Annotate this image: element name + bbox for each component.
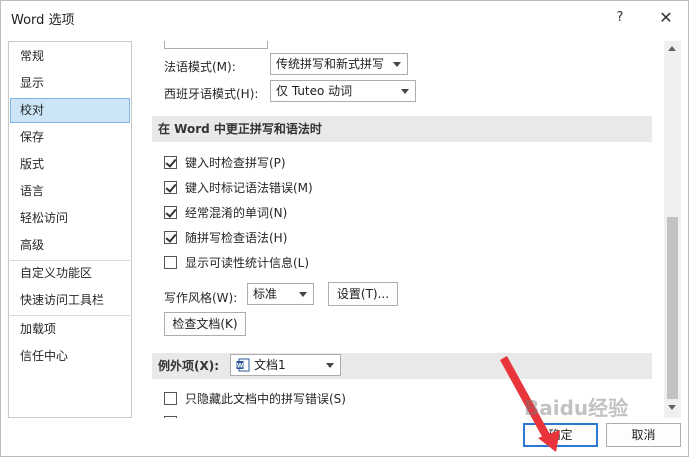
french-mode-label: 法语模式(M): [164,60,236,74]
writing-style-select[interactable]: 标准 [247,283,314,305]
close-button[interactable]: ✕ [653,7,679,29]
sidebar-item-trust-center[interactable]: 信任中心 [10,344,130,369]
sidebar-divider [10,315,130,316]
proofing-content-panel: 法语模式(M): 传统拼写和新式拼写 西班牙语模式(H): 仅 Tuteo 动词… [152,41,682,418]
section-header-word-correction: 在 Word 中更正拼写和语法时 [152,116,652,142]
sidebar-item-customize-ribbon[interactable]: 自定义功能区 [10,261,130,286]
help-button[interactable]: ? [607,7,633,29]
scroll-up-icon[interactable] [668,46,676,51]
scrollbar-thumb[interactable] [667,217,678,399]
partially-visible-button[interactable] [164,41,268,49]
checkbox-label: 经常混淆的单词(N) [185,205,288,220]
recheck-document-button[interactable]: 检查文档(K) [164,312,246,336]
sidebar-item-advanced[interactable]: 高级 [10,233,130,258]
checkbox-label: 只隐藏此文档中的拼写错误(S) [185,391,346,406]
chevron-down-icon [326,363,334,368]
mark-grammar-errors-as-you-type[interactable]: 键入时标记语法错误(M) [164,178,313,196]
word-options-dialog: Word 选项 ? ✕ 常规 显示 校对 保存 版式 语言 轻松访问 高级 自定… [0,0,689,457]
checkbox-checked[interactable] [164,155,177,169]
spanish-mode-value: 仅 Tuteo 动词 [276,84,353,98]
word-document-icon: W [236,358,250,372]
checkbox-unchecked[interactable] [164,391,177,405]
exceptions-label: 例外项(X): [158,359,220,373]
checkbox-label: 键入时检查拼写(P) [185,155,286,170]
spanish-mode-label: 西班牙语模式(H): [164,87,259,101]
chevron-down-icon [393,62,401,67]
writing-style-label: 写作风格(W): [164,291,238,305]
writing-style-value: 标准 [253,287,278,301]
options-sidebar: 常规 显示 校对 保存 版式 语言 轻松访问 高级 自定义功能区 快速访问工具栏… [8,41,132,418]
sidebar-item-language[interactable]: 语言 [10,179,130,204]
checkbox-unchecked[interactable] [164,415,177,418]
checkbox-label: 键入时标记语法错误(M) [185,180,313,195]
frequently-confused-words[interactable]: 经常混淆的单词(N) [164,203,287,221]
content-scrollbar[interactable] [664,41,681,418]
checkbox-unchecked[interactable] [164,255,177,269]
sidebar-item-layout[interactable]: 版式 [10,152,130,177]
checkbox-checked[interactable] [164,230,177,244]
sidebar-item-save[interactable]: 保存 [10,125,130,150]
french-mode-value: 传统拼写和新式拼写 [276,57,385,71]
ok-button[interactable]: 确定 [523,423,598,447]
chevron-down-icon [299,292,307,297]
sidebar-item-proofing[interactable]: 校对 [10,98,130,123]
sidebar-item-accessibility[interactable]: 轻松访问 [10,206,130,231]
checkbox-label: 随拼写检查语法(H) [185,230,288,245]
sidebar-item-add-ins[interactable]: 加载项 [10,317,130,342]
scroll-down-icon[interactable] [668,405,676,410]
chevron-down-icon [401,89,409,94]
sidebar-item-general[interactable]: 常规 [10,44,130,69]
checkbox-label: 显示可读性统计信息(L) [185,255,310,270]
french-mode-select[interactable]: 传统拼写和新式拼写 [270,53,408,75]
sidebar-item-quick-access-toolbar[interactable]: 快速访问工具栏 [10,288,130,313]
sidebar-item-display[interactable]: 显示 [10,71,130,96]
checkbox-checked[interactable] [164,205,177,219]
dialog-title: Word 选项 [11,13,75,28]
show-readability-statistics[interactable]: 显示可读性统计信息(L) [164,253,309,271]
check-grammar-with-spelling[interactable]: 随拼写检查语法(H) [164,228,287,246]
exceptions-document-select[interactable]: W 文档1 [230,354,341,376]
cancel-button[interactable]: 取消 [606,423,681,447]
proofing-scroll-area: 法语模式(M): 传统拼写和新式拼写 西班牙语模式(H): 仅 Tuteo 动词… [152,41,664,418]
partially-visible-checkbox-row[interactable] [164,413,185,418]
section-header-exceptions: 例外项(X): [152,353,652,379]
writing-style-settings-button[interactable]: 设置(T)... [328,282,398,306]
baidu-watermark: Baidu经验 [524,396,629,420]
title-bar: Word 选项 ? ✕ [1,1,688,35]
check-spelling-as-you-type[interactable]: 键入时检查拼写(P) [164,153,286,171]
hide-spelling-errors-this-document[interactable]: 只隐藏此文档中的拼写错误(S) [164,389,346,407]
spanish-mode-select[interactable]: 仅 Tuteo 动词 [270,80,416,102]
exceptions-document-value: 文档1 [254,358,286,372]
svg-text:W: W [237,363,244,370]
checkbox-checked[interactable] [164,180,177,194]
